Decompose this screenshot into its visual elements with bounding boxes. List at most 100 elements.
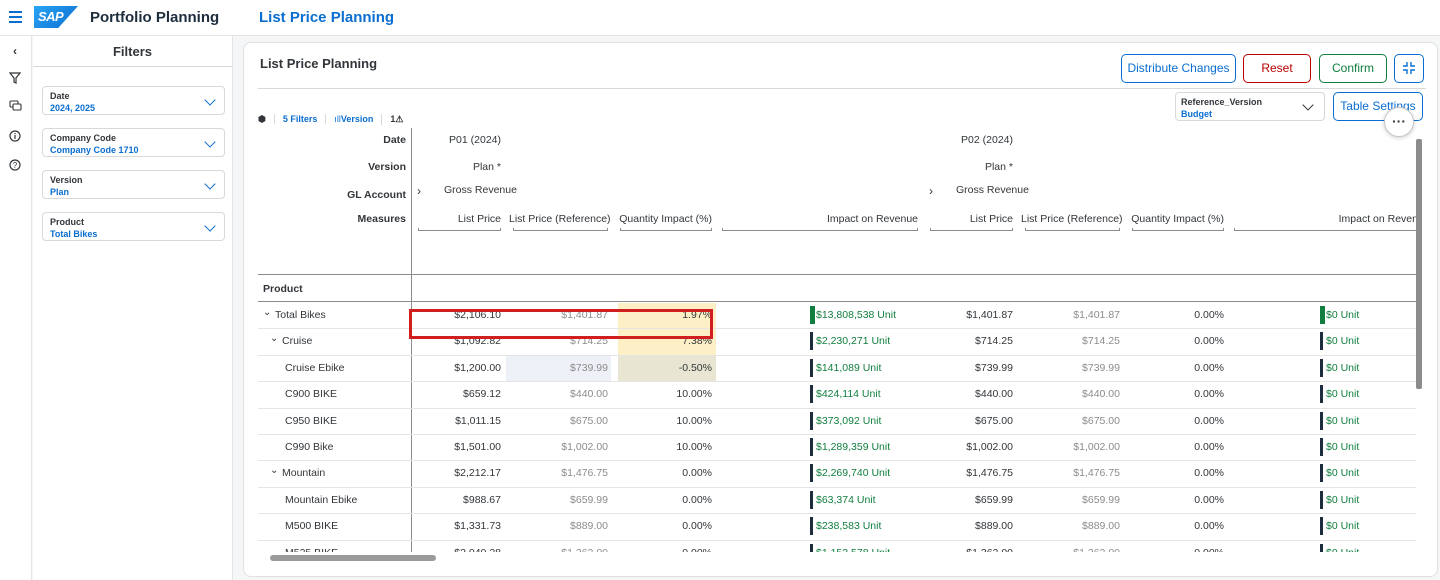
- header-separator: [258, 274, 1416, 275]
- chevron-down-icon[interactable]: [204, 94, 216, 106]
- company-code-filter[interactable]: Company Code Company Code 1710: [42, 128, 225, 157]
- reference-price-cell: $1,002.00: [561, 441, 608, 453]
- product-name[interactable]: Total Bikes: [275, 309, 326, 321]
- confirm-button[interactable]: Confirm: [1319, 54, 1387, 83]
- quantity-impact-cell[interactable]: 0.00%: [1128, 520, 1224, 532]
- product-name[interactable]: Cruise: [282, 335, 312, 347]
- list-price-cell[interactable]: $988.67: [414, 494, 501, 506]
- alerts-indicator[interactable]: 1⚠: [381, 113, 411, 125]
- version-filter[interactable]: Version Plan: [42, 170, 225, 199]
- help-icon[interactable]: ?: [8, 159, 22, 173]
- quantity-impact-cell[interactable]: 0.00%: [1128, 388, 1224, 400]
- expand-chevron-icon[interactable]: ⌄: [270, 333, 278, 344]
- comments-icon[interactable]: [8, 100, 22, 114]
- quantity-impact-cell[interactable]: 0.00%: [1128, 335, 1224, 347]
- gl-account-label: Gross Revenue: [444, 184, 517, 196]
- quantity-impact-cell[interactable]: 0.00%: [616, 547, 712, 552]
- chevron-down-icon[interactable]: [204, 220, 216, 232]
- filter-label: Date: [50, 91, 70, 101]
- exit-fullscreen-icon: [1403, 62, 1415, 74]
- list-price-cell[interactable]: $1,331.73: [414, 520, 501, 532]
- impact-on-revenue-cell: $13,808,538 Unit: [816, 309, 896, 321]
- list-price-cell[interactable]: $1,476.75: [926, 467, 1013, 479]
- info-icon[interactable]: [8, 130, 22, 144]
- period-date: P01 (2024): [449, 134, 501, 146]
- product-filter[interactable]: Product Total Bikes: [42, 212, 225, 241]
- quantity-impact-cell[interactable]: 0.00%: [1128, 467, 1224, 479]
- list-price-cell[interactable]: $889.00: [926, 520, 1013, 532]
- filters-link[interactable]: 5 Filters: [273, 114, 326, 124]
- settings-icon[interactable]: ⬢: [258, 114, 274, 125]
- revenue-bar: [810, 385, 813, 404]
- page-title[interactable]: List Price Planning: [259, 9, 394, 26]
- reset-button[interactable]: Reset: [1243, 54, 1311, 83]
- chevron-down-icon[interactable]: [204, 136, 216, 148]
- quantity-impact-cell[interactable]: 0.00%: [616, 467, 712, 479]
- distribute-changes-button[interactable]: Distribute Changes: [1121, 54, 1236, 83]
- filters-title: Filters: [33, 36, 232, 67]
- chevron-down-icon[interactable]: [1302, 99, 1314, 111]
- list-price-cell[interactable]: $440.00: [926, 388, 1013, 400]
- reference-price-cell: $714.25: [1082, 335, 1120, 348]
- revenue-bar: [810, 438, 813, 456]
- revenue-bar: [810, 306, 815, 324]
- list-price-cell[interactable]: $1,362.00: [926, 547, 1013, 552]
- reference-version-select[interactable]: Reference_Version Budget: [1175, 92, 1325, 121]
- list-price-cell[interactable]: $1,002.00: [926, 441, 1013, 453]
- revenue-bar: [810, 490, 813, 509]
- quantity-impact-cell[interactable]: 0.00%: [1128, 309, 1224, 321]
- measure-underline: [1234, 228, 1416, 231]
- product-name[interactable]: Mountain: [282, 467, 325, 479]
- revenue-bar: [810, 543, 813, 552]
- reference-price-cell: $1,476.75: [1073, 467, 1120, 480]
- list-price-cell[interactable]: $1,200.00: [414, 362, 501, 374]
- row-header-date: Date: [383, 134, 406, 146]
- list-price-cell[interactable]: $714.25: [926, 335, 1013, 347]
- fullscreen-button[interactable]: [1394, 54, 1424, 83]
- list-price-cell[interactable]: $659.99: [926, 494, 1013, 506]
- horizontal-scrollbar[interactable]: [270, 555, 436, 561]
- list-price-cell[interactable]: $1,401.87: [926, 309, 1013, 321]
- table-toolbar: ⬢ 5 Filters ıllVersion 1⚠: [258, 111, 411, 127]
- filter-icon[interactable]: [8, 72, 22, 86]
- gl-account-expand[interactable]: ›: [417, 184, 421, 198]
- quantity-impact-cell[interactable]: 0.00%: [1128, 494, 1224, 506]
- revenue-bar: [1320, 358, 1323, 377]
- list-price-cell[interactable]: $2,040.28: [414, 547, 501, 552]
- list-price-cell[interactable]: $739.99: [926, 362, 1013, 374]
- chevron-down-icon[interactable]: [204, 178, 216, 190]
- list-price-cell[interactable]: $675.00: [926, 415, 1013, 427]
- quantity-impact-cell[interactable]: 10.00%: [616, 415, 712, 427]
- reference-price-cell: $1,362.00: [509, 547, 608, 552]
- filter-value: Company Code 1710: [50, 145, 139, 155]
- back-icon[interactable]: ‹: [8, 44, 22, 58]
- row-separator: [258, 486, 1416, 488]
- version-link[interactable]: ıllVersion: [325, 114, 381, 124]
- quantity-impact-cell[interactable]: 0.00%: [1128, 362, 1224, 374]
- quantity-impact-cell[interactable]: 0.00%: [1128, 415, 1224, 427]
- period-version: Plan *: [984, 161, 1013, 173]
- quantity-impact-cell[interactable]: 0.00%: [616, 494, 712, 506]
- quantity-impact-cell[interactable]: 0.00%: [616, 520, 712, 532]
- list-price-cell[interactable]: $1,011.15: [414, 415, 501, 427]
- more-options-button[interactable]: ···: [1384, 107, 1414, 137]
- row-separator: [258, 381, 1416, 383]
- measure-header: List Price: [969, 213, 1013, 225]
- quantity-impact-cell[interactable]: 0.00%: [1128, 547, 1224, 552]
- quantity-impact-cell[interactable]: 10.00%: [616, 441, 712, 453]
- expand-chevron-icon[interactable]: ⌄: [263, 307, 271, 318]
- gl-account-expand[interactable]: ›: [929, 184, 933, 198]
- impact-on-revenue-cell: $0 Unit: [1326, 309, 1360, 321]
- revenue-bar: [1320, 438, 1323, 456]
- quantity-impact-cell[interactable]: 10.00%: [616, 388, 712, 400]
- list-price-cell[interactable]: $1,501.00: [414, 441, 501, 453]
- quantity-impact-cell[interactable]: -0.50%: [616, 362, 712, 374]
- list-price-cell[interactable]: $2,212.17: [414, 467, 501, 479]
- impact-on-revenue-cell: $0 Unit: [1326, 493, 1360, 506]
- quantity-impact-cell[interactable]: 0.00%: [1128, 441, 1224, 453]
- date-filter[interactable]: Date 2024, 2025: [42, 86, 225, 115]
- vertical-scrollbar[interactable]: [1416, 139, 1422, 389]
- expand-chevron-icon[interactable]: ⌄: [270, 465, 278, 476]
- menu-icon[interactable]: [9, 11, 22, 23]
- list-price-cell[interactable]: $659.12: [414, 388, 501, 400]
